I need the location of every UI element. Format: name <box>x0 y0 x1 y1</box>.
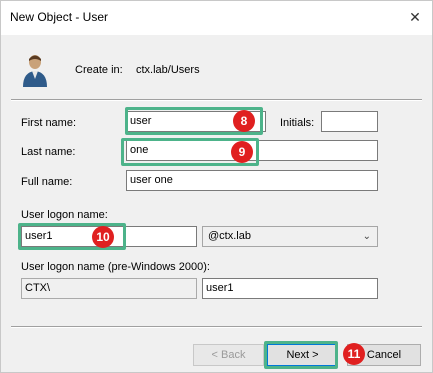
domain-select[interactable]: @ctx.lab ⌄ <box>202 226 378 247</box>
divider-bottom <box>11 326 422 328</box>
chevron-down-icon: ⌄ <box>362 231 371 242</box>
initials-input[interactable] <box>321 111 378 132</box>
annotation-badge-9: 9 <box>231 141 253 163</box>
annotation-badge-11: 11 <box>343 343 365 365</box>
pre2000-name-input[interactable]: user1 <box>202 278 378 299</box>
divider-top <box>11 99 422 101</box>
logon-name-label: User logon name: <box>21 209 108 221</box>
last-name-label: Last name: <box>21 146 76 158</box>
first-name-label: First name: <box>21 117 77 129</box>
create-in-value: ctx.lab/Users <box>136 64 200 76</box>
close-icon[interactable]: ✕ <box>404 6 426 28</box>
pre2000-domain-field: CTX\ <box>21 278 197 299</box>
user-icon <box>23 55 47 87</box>
pre2000-label: User logon name (pre-Windows 2000): <box>21 261 210 273</box>
highlight-next-button <box>264 341 338 369</box>
full-name-input[interactable]: user one <box>126 170 378 191</box>
annotation-badge-8: 8 <box>233 110 255 132</box>
initials-label: Initials: <box>280 117 315 129</box>
new-user-dialog: New Object - User ✕ Create in: ctx.lab/U… <box>0 0 433 373</box>
title-bar: New Object - User ✕ <box>1 1 432 35</box>
create-in-label: Create in: <box>75 64 123 76</box>
back-button[interactable]: < Back <box>193 344 264 366</box>
annotation-badge-10: 10 <box>92 226 114 248</box>
window-title: New Object - User <box>10 10 109 24</box>
full-name-label: Full name: <box>21 176 73 188</box>
domain-select-value: @ctx.lab <box>208 230 251 242</box>
